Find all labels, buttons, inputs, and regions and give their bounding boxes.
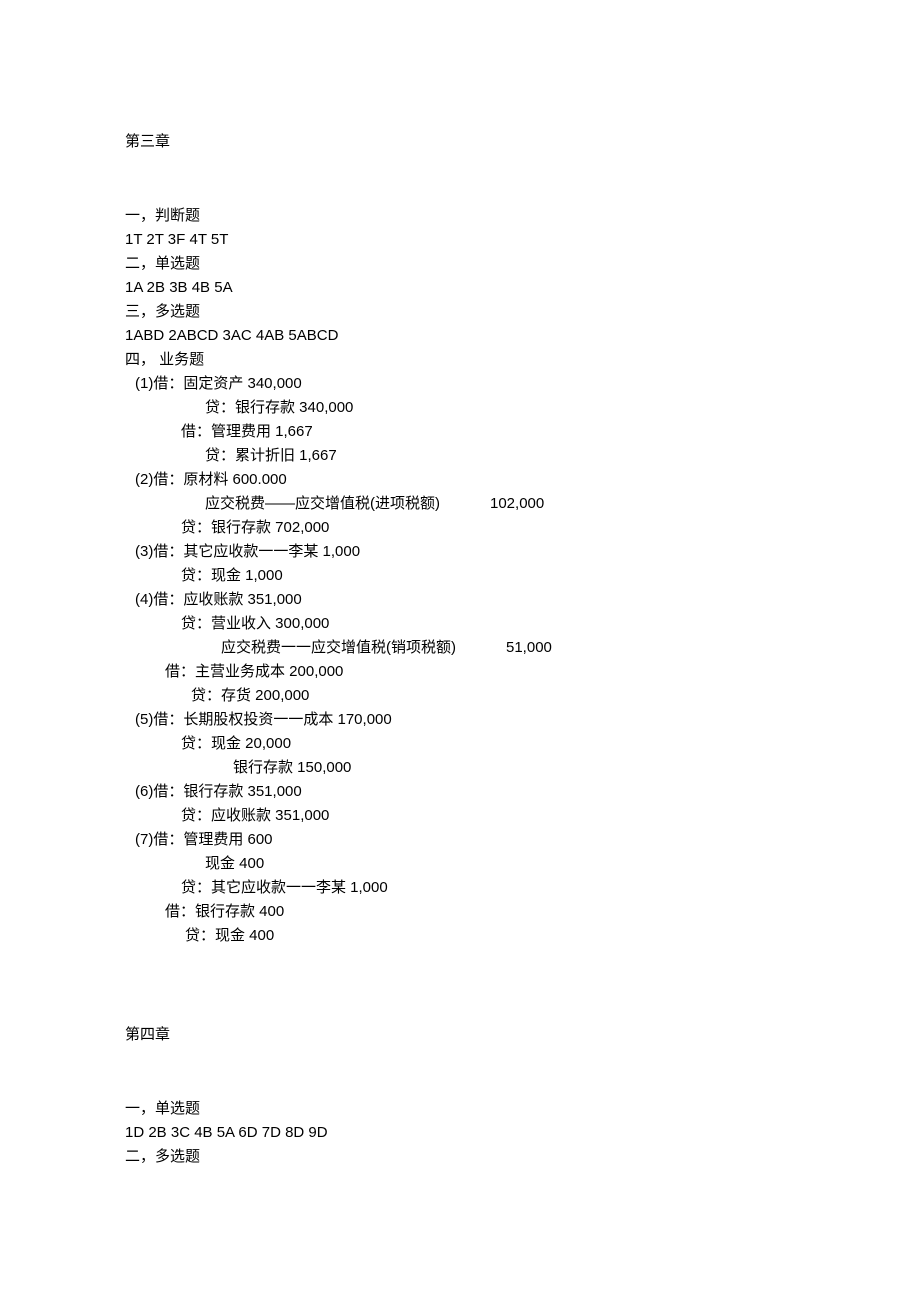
entry-7-line-3: 贷：其它应收款一一李某 1,000 (125, 876, 795, 900)
chapter-4-title: 第四章 (125, 1023, 795, 1047)
entry-1-line-4: 贷：累计折旧 1,667 (125, 444, 795, 468)
entry-4-line-2: 贷：营业收入 300,000 (125, 612, 795, 636)
section-3-label: 三，多选题 (125, 300, 795, 324)
entry-4-line-3-text: 应交税费一一应交增值税(销项税额) (221, 639, 456, 656)
entry-4-line-4: 借：主营业务成本 200,000 (125, 660, 795, 684)
entry-3-line-1: (3)借：其它应收款一一李某 1,000 (125, 540, 795, 564)
entry-7-line-1: (7)借：管理费用 600 (125, 828, 795, 852)
entry-1-line-1: (1)借：固定资产 340,000 (125, 372, 795, 396)
document-page: 第三章 一，判断题 1T 2T 3F 4T 5T 二，单选题 1A 2B 3B … (0, 0, 920, 1303)
entry-5-line-1: (5)借：长期股权投资一一成本 170,000 (125, 708, 795, 732)
entry-7-line-2: 现金 400 (125, 852, 795, 876)
entry-2-line-1: (2)借：原材料 600.000 (125, 468, 795, 492)
entry-4-line-3: 应交税费一一应交增值税(销项税额) 51,000 (125, 636, 795, 660)
entry-6-line-1: (6)借：银行存款 351,000 (125, 780, 795, 804)
entry-3-line-2: 贷：现金 1,000 (125, 564, 795, 588)
ch4-section-1-answers: 1D 2B 3C 4B 5A 6D 7D 8D 9D (125, 1121, 795, 1145)
section-1-label: 一，判断题 (125, 204, 795, 228)
entry-2-line-2-text: 应交税费——应交增值税(进项税额) (205, 495, 440, 512)
ch4-section-1-label: 一，单选题 (125, 1097, 795, 1121)
section-1-answers: 1T 2T 3F 4T 5T (125, 228, 795, 252)
section-2-answers: 1A 2B 3B 4B 5A (125, 276, 795, 300)
section-3-answers: 1ABD 2ABCD 3AC 4AB 5ABCD (125, 324, 795, 348)
chapter-3-title: 第三章 (125, 130, 795, 154)
entry-4-line-5: 贷：存货 200,000 (125, 684, 795, 708)
entry-4-line-3-amount: 51,000 (506, 639, 552, 656)
entry-5-line-3: 银行存款 150,000 (125, 756, 795, 780)
entry-6-line-2: 贷：应收账款 351,000 (125, 804, 795, 828)
entry-2-line-2: 应交税费——应交增值税(进项税额) 102,000 (125, 492, 795, 516)
ch4-section-2-label: 二，多选题 (125, 1145, 795, 1169)
entry-7-line-5: 贷：现金 400 (125, 924, 795, 948)
section-2-label: 二，单选题 (125, 252, 795, 276)
entry-5-line-2: 贷：现金 20,000 (125, 732, 795, 756)
entry-7-line-4: 借：银行存款 400 (125, 900, 795, 924)
section-4-label: 四， 业务题 (125, 348, 795, 372)
entry-1-line-3: 借：管理费用 1,667 (125, 420, 795, 444)
entry-2-line-3: 贷：银行存款 702,000 (125, 516, 795, 540)
entry-1-line-2: 贷：银行存款 340,000 (125, 396, 795, 420)
entry-4-line-1: (4)借：应收账款 351,000 (125, 588, 795, 612)
entry-2-line-2-amount: 102,000 (490, 495, 544, 512)
